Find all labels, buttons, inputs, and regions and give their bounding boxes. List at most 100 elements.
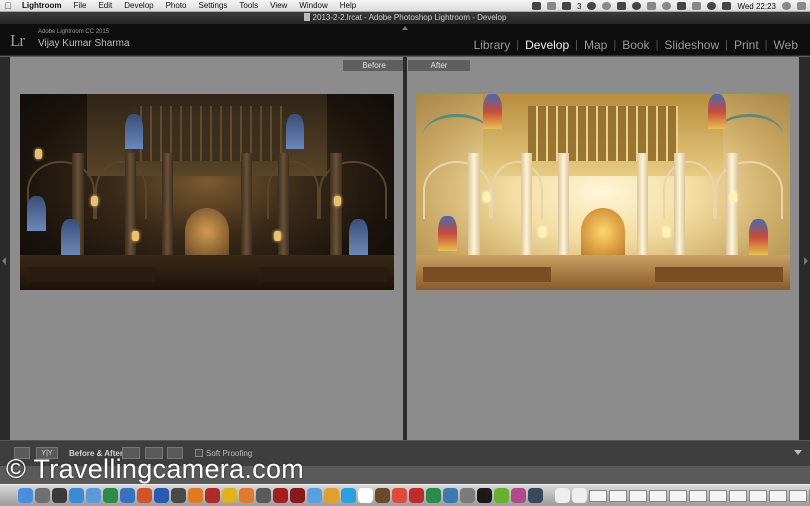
preview-icon[interactable]: [256, 488, 271, 503]
document-icon[interactable]: [555, 488, 570, 503]
time-machine-icon[interactable]: [647, 2, 657, 10]
minimized-window-thumbnail[interactable]: [669, 489, 687, 502]
menu-tools[interactable]: Tools: [233, 0, 264, 12]
before-photo[interactable]: [20, 94, 394, 290]
minimized-window-thumbnail[interactable]: [789, 489, 807, 502]
menu-develop[interactable]: Develop: [118, 0, 159, 12]
menu-file[interactable]: File: [68, 0, 93, 12]
photo-stained-glass: [707, 94, 727, 130]
right-panel-toggle[interactable]: [800, 57, 810, 440]
safari-icon[interactable]: [69, 488, 84, 503]
android-icon[interactable]: [494, 488, 509, 503]
menu-window[interactable]: Window: [293, 0, 333, 12]
excel-icon[interactable]: [103, 488, 118, 503]
module-develop[interactable]: Develop: [519, 38, 575, 52]
globe-icon[interactable]: [120, 488, 135, 503]
apple-icon[interactable]: : [0, 1, 16, 11]
powerpoint-icon[interactable]: [137, 488, 152, 503]
acrobat-icon[interactable]: [273, 488, 288, 503]
photo-lamp: [274, 231, 282, 241]
pdf-icon[interactable]: [409, 488, 424, 503]
ibooks-icon[interactable]: [239, 488, 254, 503]
photo-booth-icon[interactable]: [511, 488, 526, 503]
menu-lightroom[interactable]: Lightroom: [16, 0, 68, 12]
menu-settings[interactable]: Settings: [193, 0, 234, 12]
excel-alt-icon[interactable]: [426, 488, 441, 503]
user-name: Vijay Kumar Sharma: [38, 38, 130, 49]
minimized-window-thumbnail[interactable]: [589, 489, 607, 502]
menu-view[interactable]: View: [264, 0, 293, 12]
photo-arch: [715, 160, 783, 220]
settings-icon[interactable]: [460, 488, 475, 503]
left-panel-toggle[interactable]: [0, 57, 10, 440]
menu-edit[interactable]: Edit: [92, 0, 118, 12]
mail-icon[interactable]: [86, 488, 101, 503]
top-panel-toggle-icon[interactable]: [402, 26, 408, 30]
photo-column: [330, 152, 342, 267]
photo-pews: [27, 266, 155, 283]
minimized-window-thumbnail[interactable]: [689, 489, 707, 502]
module-library[interactable]: Library: [468, 38, 517, 52]
minimized-window-thumbnail[interactable]: [729, 489, 747, 502]
minimized-window-thumbnail[interactable]: [769, 489, 787, 502]
photo-coffered-ceiling: [132, 105, 282, 161]
minimized-window-thumbnail[interactable]: [709, 489, 727, 502]
status-app-icon[interactable]: [617, 2, 627, 10]
module-picker: Library | Develop | Map | Book | Slidesh…: [468, 38, 804, 52]
menu-help[interactable]: Help: [334, 0, 362, 12]
volume-icon[interactable]: [707, 2, 717, 10]
notification-center-icon[interactable]: [797, 2, 806, 10]
bluetooth-icon[interactable]: [692, 2, 702, 10]
help-icon[interactable]: [572, 488, 587, 503]
chrome-alt-icon[interactable]: [392, 488, 407, 503]
wifi-icon[interactable]: [662, 2, 672, 10]
photo-lamp: [539, 227, 547, 238]
spotlight-icon[interactable]: [782, 2, 791, 10]
lightroom-icon[interactable]: [528, 488, 543, 503]
minimized-window-thumbnail[interactable]: [749, 489, 767, 502]
messages-icon[interactable]: [307, 488, 322, 503]
status-app-icon[interactable]: [677, 2, 687, 10]
photo-lamp: [483, 192, 491, 202]
module-book[interactable]: Book: [616, 38, 655, 52]
photo-altar: [184, 207, 230, 255]
minimized-window-thumbnail[interactable]: [649, 489, 667, 502]
mission-control-icon[interactable]: [52, 488, 67, 503]
module-web[interactable]: Web: [768, 38, 804, 52]
vlc-icon[interactable]: [188, 488, 203, 503]
red-app-icon[interactable]: [205, 488, 220, 503]
terminal-icon[interactable]: [477, 488, 492, 503]
status-badge: 3: [577, 1, 582, 11]
adobe-icon[interactable]: [562, 2, 571, 10]
clock[interactable]: Wed 22:23: [737, 2, 776, 11]
status-app-icon[interactable]: [547, 2, 556, 10]
module-slideshow[interactable]: Slideshow: [658, 38, 725, 52]
bridge-icon[interactable]: [375, 488, 390, 503]
dock: [0, 484, 810, 506]
minimized-window-thumbnail[interactable]: [629, 489, 647, 502]
acrobat-dark-icon[interactable]: [290, 488, 305, 503]
photo-lamp: [34, 148, 42, 159]
skype-icon[interactable]: [341, 488, 356, 503]
status-app-icon[interactable]: [632, 2, 642, 10]
launchpad-icon[interactable]: [35, 488, 50, 503]
module-print[interactable]: Print: [728, 38, 765, 52]
photos-icon[interactable]: [324, 488, 339, 503]
status-app-icon[interactable]: [587, 2, 597, 10]
finder-icon[interactable]: [18, 488, 33, 503]
identity-plate: Lr Adobe Lightroom CC 2015 Vijay Kumar S…: [0, 24, 810, 56]
chrome-icon[interactable]: [222, 488, 237, 503]
app-store-icon[interactable]: [171, 488, 186, 503]
calendar-icon[interactable]: [358, 488, 373, 503]
network-icon[interactable]: [443, 488, 458, 503]
after-photo[interactable]: [416, 94, 790, 290]
minimized-window-thumbnail[interactable]: [609, 489, 627, 502]
status-app-icon[interactable]: [602, 2, 612, 10]
status-app-icon[interactable]: [532, 2, 541, 10]
battery-icon[interactable]: [722, 2, 732, 10]
menu-photo[interactable]: Photo: [160, 0, 193, 12]
toolbar-menu-icon[interactable]: [794, 450, 802, 455]
module-map[interactable]: Map: [578, 38, 613, 52]
photo-column: [674, 152, 686, 267]
word-icon[interactable]: [154, 488, 169, 503]
